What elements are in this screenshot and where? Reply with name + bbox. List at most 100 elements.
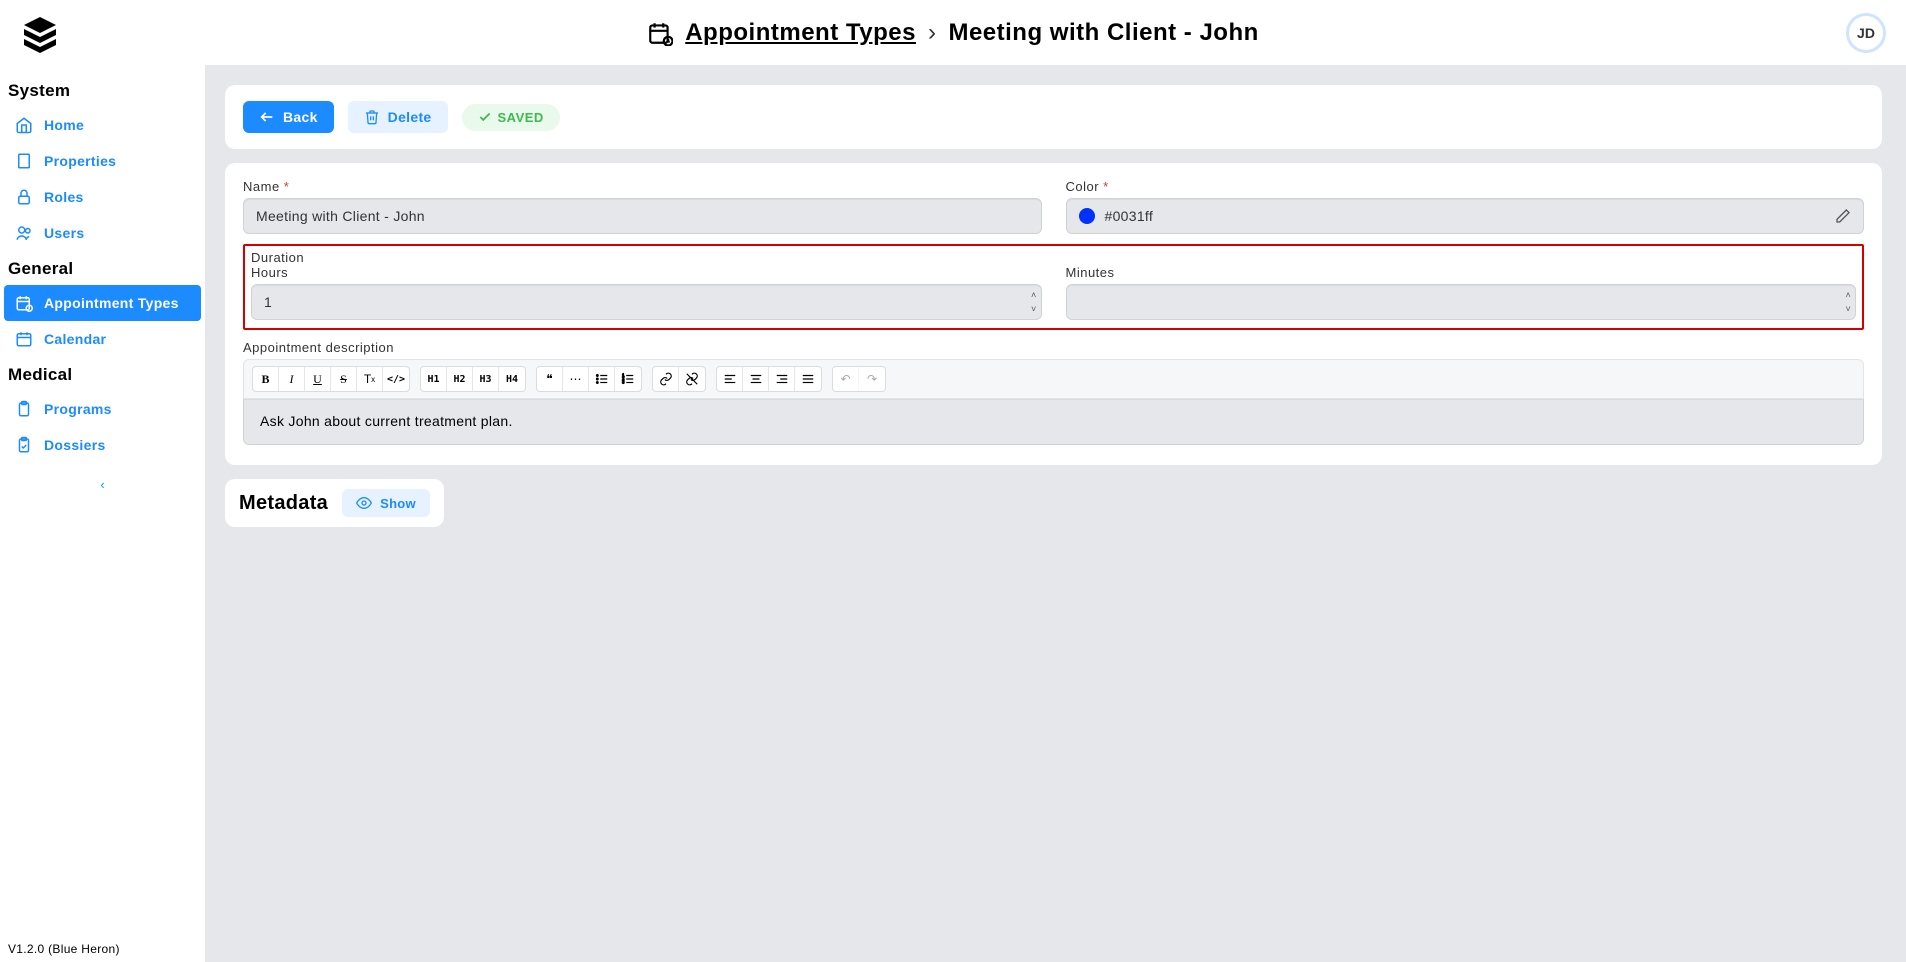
h3-button[interactable]: H3 (473, 367, 499, 391)
home-icon (14, 115, 34, 135)
metadata-card: Metadata Show (225, 479, 444, 527)
sidebar-group-medical: Medical (0, 357, 205, 391)
h2-button[interactable]: H2 (447, 367, 473, 391)
chevron-down-icon[interactable]: ˅ (1845, 302, 1851, 316)
chevron-up-icon[interactable]: ˄ (1031, 288, 1037, 302)
avatar[interactable]: JD (1846, 13, 1886, 53)
sidebar-item-label: Appointment Types (44, 295, 179, 311)
show-metadata-button[interactable]: Show (342, 489, 430, 517)
chevron-down-icon[interactable]: ˅ (1031, 302, 1037, 316)
sidebar-item-properties[interactable]: Properties (4, 143, 201, 179)
sidebar-item-dossiers[interactable]: Dossiers (4, 427, 201, 463)
delete-button-label: Delete (388, 109, 432, 125)
name-label: Name* (243, 179, 1042, 194)
description-editor[interactable]: Ask John about current treatment plan. (243, 399, 1864, 445)
sidebar-collapse-toggle[interactable]: ‹ (0, 463, 205, 506)
sidebar-item-label: Users (44, 225, 84, 241)
form-panel: Name* Meeting with Client - John Color* … (225, 163, 1882, 465)
clipboard-icon (14, 399, 34, 419)
minutes-spinner[interactable]: ˄˅ (1845, 288, 1851, 316)
calendar-icon (647, 20, 673, 46)
sidebar: System Home Properties Roles Users Gener… (0, 65, 205, 962)
saved-badge-label: SAVED (498, 110, 544, 125)
color-label: Color* (1066, 179, 1865, 194)
color-swatch (1079, 208, 1095, 224)
saved-badge: SAVED (462, 104, 560, 131)
delete-button[interactable]: Delete (348, 101, 448, 133)
underline-button[interactable]: U (305, 367, 331, 391)
sidebar-item-users[interactable]: Users (4, 215, 201, 251)
strike-button[interactable]: S (331, 367, 357, 391)
hr-button[interactable]: ⋯ (563, 367, 589, 391)
sidebar-item-label: Calendar (44, 331, 106, 347)
duration-section: Duration Hours 1 ˄˅ Minutes ˄˅ (243, 244, 1864, 330)
trash-icon (364, 109, 380, 125)
hours-label: Hours (251, 265, 1042, 280)
align-left-button[interactable] (717, 367, 743, 391)
h4-button[interactable]: H4 (499, 367, 525, 391)
users-icon (14, 223, 34, 243)
quote-button[interactable]: ❝ (537, 367, 563, 391)
eye-icon (356, 495, 372, 511)
app-logo[interactable] (20, 13, 60, 53)
topbar: Appointment Types › Meeting with Client … (0, 0, 1906, 65)
italic-button[interactable]: I (279, 367, 305, 391)
sidebar-item-calendar[interactable]: Calendar (4, 321, 201, 357)
sidebar-group-system: System (0, 73, 205, 107)
color-input[interactable]: #0031ff (1066, 198, 1865, 234)
sidebar-item-home[interactable]: Home (4, 107, 201, 143)
breadcrumb: Appointment Types › Meeting with Client … (60, 19, 1846, 47)
sidebar-item-label: Home (44, 117, 84, 133)
code-button[interactable]: </> (383, 367, 409, 391)
align-right-button[interactable] (769, 367, 795, 391)
arrow-left-icon (259, 109, 275, 125)
clear-format-button[interactable]: Tx (357, 367, 383, 391)
align-justify-button[interactable] (795, 367, 821, 391)
edit-icon[interactable] (1835, 208, 1851, 224)
undo-button[interactable]: ↶ (833, 367, 859, 391)
link-button[interactable] (653, 367, 679, 391)
minutes-label: Minutes (1066, 265, 1857, 280)
unlink-button[interactable] (679, 367, 705, 391)
chevron-up-icon[interactable]: ˄ (1845, 288, 1851, 302)
checkmark-icon (478, 110, 492, 124)
svg-text:3: 3 (622, 380, 625, 385)
description-label: Appointment description (243, 340, 1864, 355)
building-icon (14, 151, 34, 171)
breadcrumb-separator: › (928, 19, 937, 47)
minutes-input[interactable]: ˄˅ (1066, 284, 1857, 320)
bold-button[interactable]: B (253, 367, 279, 391)
breadcrumb-parent-link[interactable]: Appointment Types (685, 19, 916, 47)
show-button-label: Show (380, 496, 416, 511)
version-label: V1.2.0 (Blue Heron) (8, 942, 120, 956)
clipboard-check-icon (14, 435, 34, 455)
h1-button[interactable]: H1 (421, 367, 447, 391)
ul-button[interactable] (589, 367, 615, 391)
breadcrumb-current: Meeting with Client - John (948, 19, 1258, 47)
name-input[interactable]: Meeting with Client - John (243, 198, 1042, 234)
sidebar-item-programs[interactable]: Programs (4, 391, 201, 427)
metadata-title: Metadata (239, 492, 328, 515)
lock-icon (14, 187, 34, 207)
duration-label: Duration (251, 250, 1856, 265)
back-button[interactable]: Back (243, 101, 334, 133)
sidebar-item-label: Programs (44, 401, 112, 417)
sidebar-item-appointment-types[interactable]: Appointment Types (4, 285, 201, 321)
redo-button[interactable]: ↷ (859, 367, 885, 391)
sidebar-item-label: Roles (44, 189, 84, 205)
back-button-label: Back (283, 109, 318, 125)
hours-input[interactable]: 1 ˄˅ (251, 284, 1042, 320)
calendar-clock-icon (14, 293, 34, 313)
sidebar-item-label: Properties (44, 153, 116, 169)
calendar-icon (14, 329, 34, 349)
sidebar-item-roles[interactable]: Roles (4, 179, 201, 215)
sidebar-group-general: General (0, 251, 205, 285)
hours-spinner[interactable]: ˄˅ (1031, 288, 1037, 316)
sidebar-item-label: Dossiers (44, 437, 106, 453)
ol-button[interactable]: 123 (615, 367, 641, 391)
hours-value: 1 (264, 294, 272, 310)
align-center-button[interactable] (743, 367, 769, 391)
content-area: Back Delete SAVED Name* Meeting with Cli… (205, 65, 1906, 962)
action-panel: Back Delete SAVED (225, 85, 1882, 149)
color-value: #0031ff (1105, 208, 1154, 224)
